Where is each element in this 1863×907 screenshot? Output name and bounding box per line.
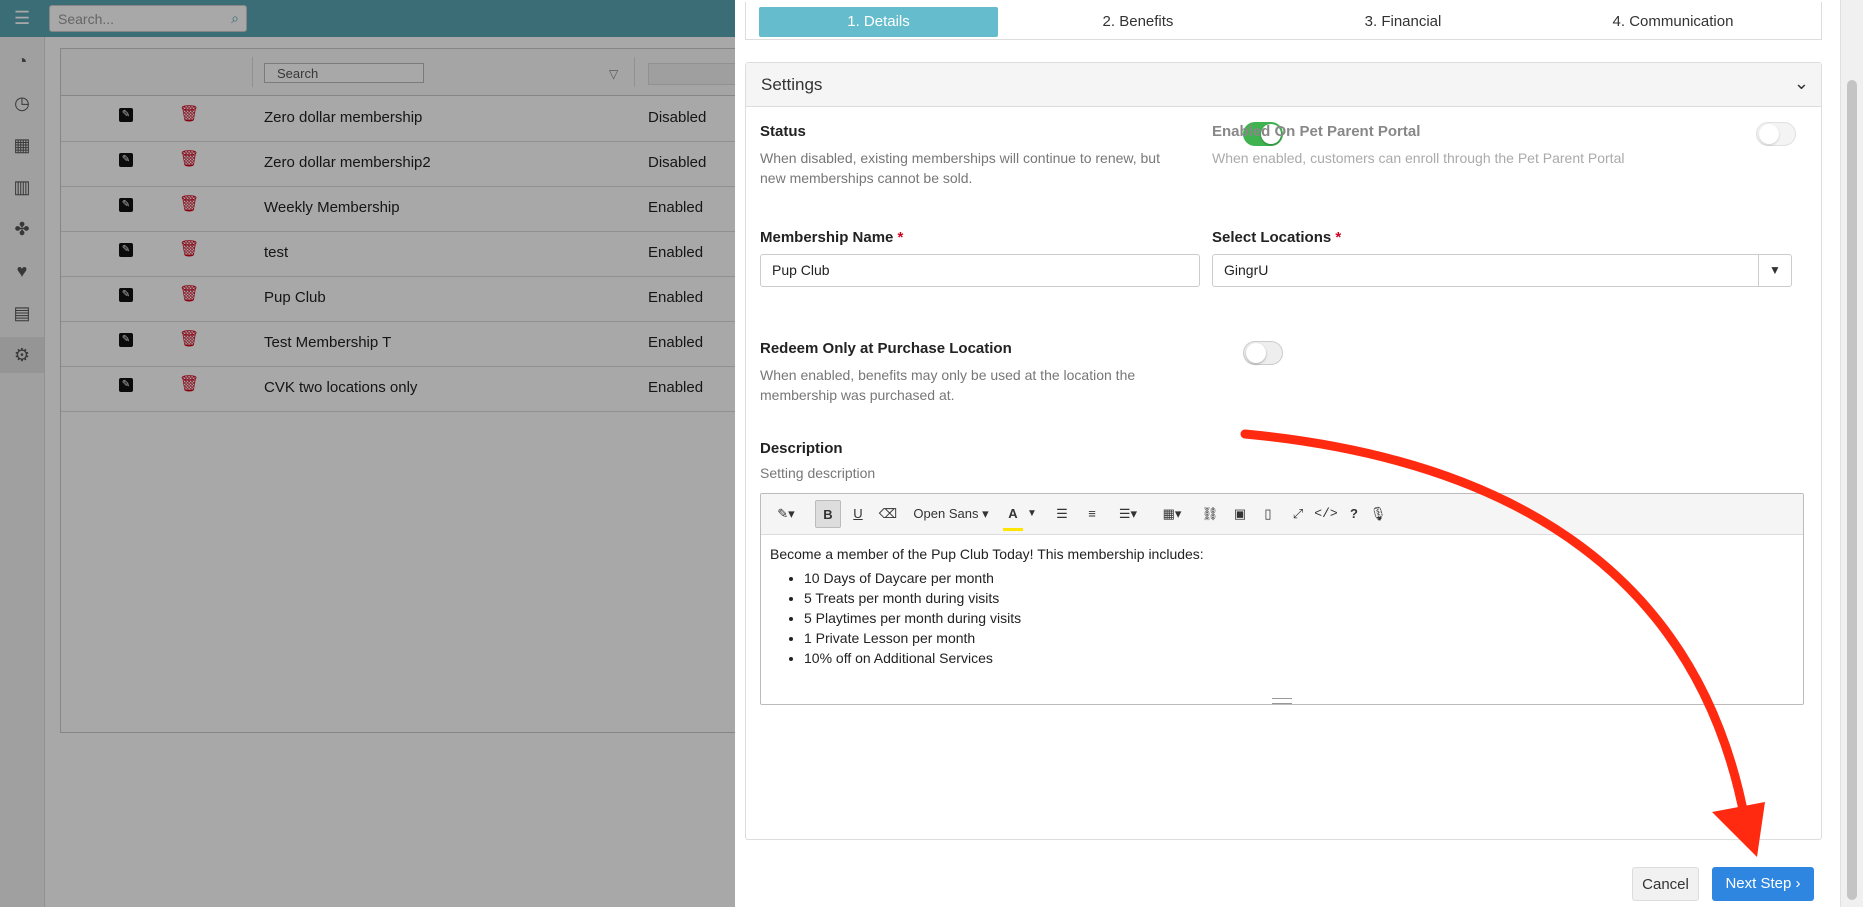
step-benefits[interactable]: 2. Benefits xyxy=(998,7,1278,37)
step-details[interactable]: 1. Details xyxy=(759,7,998,37)
cancel-button[interactable]: Cancel xyxy=(1632,867,1699,901)
description-editor: ✎▾ B U ⌫ Open Sans ▾ A ▼ ☰ ≡ ☰▾ ▦▾ ⛓ ▣ ▯… xyxy=(760,493,1804,705)
portal-label: Enabled On Pet Parent Portal xyxy=(1212,123,1421,140)
next-step-label: Next Step xyxy=(1725,875,1792,892)
settings-header[interactable]: Settings ⌄ xyxy=(746,63,1821,107)
description-intro: Become a member of the Pup Club Today! T… xyxy=(770,546,1204,562)
bullet-list-icon[interactable]: ☰ xyxy=(1049,500,1075,528)
editor-content[interactable]: Become a member of the Pup Club Today! T… xyxy=(770,546,1204,668)
font-family-dropdown[interactable]: Open Sans ▾ xyxy=(911,500,991,528)
settings-title: Settings xyxy=(761,75,823,94)
next-step-button[interactable]: Next Step › xyxy=(1712,867,1814,901)
select-locations-dropdown[interactable]: GingrU ▼ xyxy=(1212,254,1792,287)
chevron-down-icon[interactable]: ⌄ xyxy=(1794,73,1809,94)
description-label: Description xyxy=(760,440,843,457)
magic-style-icon[interactable]: ✎▾ xyxy=(769,500,803,528)
link-icon[interactable]: ⛓ xyxy=(1197,500,1223,528)
list-item: 10% off on Additional Services xyxy=(804,648,1204,668)
step-communication[interactable]: 4. Communication xyxy=(1528,7,1818,37)
image-icon[interactable]: ▣ xyxy=(1227,500,1253,528)
select-locations-label: Select Locations * xyxy=(1212,229,1342,246)
redeem-help-text: When enabled, benefits may only be used … xyxy=(760,367,1136,403)
editor-toolbar: ✎▾ B U ⌫ Open Sans ▾ A ▼ ☰ ≡ ☰▾ ▦▾ ⛓ ▣ ▯… xyxy=(761,494,1803,535)
wizard-steps: 1. Details 2. Benefits 3. Financial 4. C… xyxy=(745,2,1822,40)
modal-backdrop[interactable] xyxy=(0,0,735,907)
align-icon[interactable]: ☰▾ xyxy=(1111,500,1145,528)
code-view-icon[interactable]: </> xyxy=(1313,500,1339,528)
portal-toggle[interactable] xyxy=(1756,122,1796,146)
microphone-icon[interactable]: 🎙 xyxy=(1367,500,1389,528)
bold-button[interactable]: B xyxy=(815,500,841,528)
underline-button[interactable]: U xyxy=(845,500,871,528)
modal-scrollbar[interactable] xyxy=(1840,0,1863,907)
step-financial[interactable]: 3. Financial xyxy=(1278,7,1528,37)
editor-resize-handle[interactable] xyxy=(1272,698,1292,704)
membership-name-input[interactable]: Pup Club xyxy=(760,254,1200,287)
eraser-icon[interactable]: ⌫ xyxy=(875,500,901,528)
fullscreen-icon[interactable]: ⤢ xyxy=(1285,500,1311,528)
membership-name-label: Membership Name * xyxy=(760,229,904,246)
settings-panel: Settings ⌄ Status When disabled, existin… xyxy=(745,62,1822,840)
status-label: Status xyxy=(760,123,806,140)
list-item: 5 Treats per month during visits xyxy=(804,588,1204,608)
numbered-list-icon[interactable]: ≡ xyxy=(1079,500,1105,528)
font-family-value: Open Sans xyxy=(913,506,979,521)
table-icon[interactable]: ▦▾ xyxy=(1155,500,1189,528)
list-item: 1 Private Lesson per month xyxy=(804,628,1204,648)
redeem-label: Redeem Only at Purchase Location xyxy=(760,340,1012,357)
scrollbar-thumb[interactable] xyxy=(1847,80,1857,900)
chevron-right-icon: › xyxy=(1795,875,1801,892)
description-help-text: Setting description xyxy=(760,465,876,481)
help-icon[interactable]: ? xyxy=(1343,500,1365,528)
status-help-text: When disabled, existing memberships will… xyxy=(760,150,1160,186)
list-item: 10 Days of Daycare per month xyxy=(804,568,1204,588)
list-item: 5 Playtimes per month during visits xyxy=(804,608,1204,628)
description-list: 10 Days of Daycare per month5 Treats per… xyxy=(770,568,1204,668)
selected-location: GingrU xyxy=(1224,262,1269,278)
file-icon[interactable]: ▯ xyxy=(1255,500,1281,528)
portal-help-text: When enabled, customers can enroll throu… xyxy=(1212,150,1625,166)
caret-down-icon[interactable]: ▼ xyxy=(1758,255,1791,286)
membership-wizard-modal: 1. Details 2. Benefits 3. Financial 4. C… xyxy=(735,0,1863,907)
redeem-toggle[interactable] xyxy=(1243,341,1283,365)
caret-down-icon[interactable]: ▼ xyxy=(1025,500,1039,528)
text-color-icon[interactable]: A xyxy=(1003,500,1023,531)
